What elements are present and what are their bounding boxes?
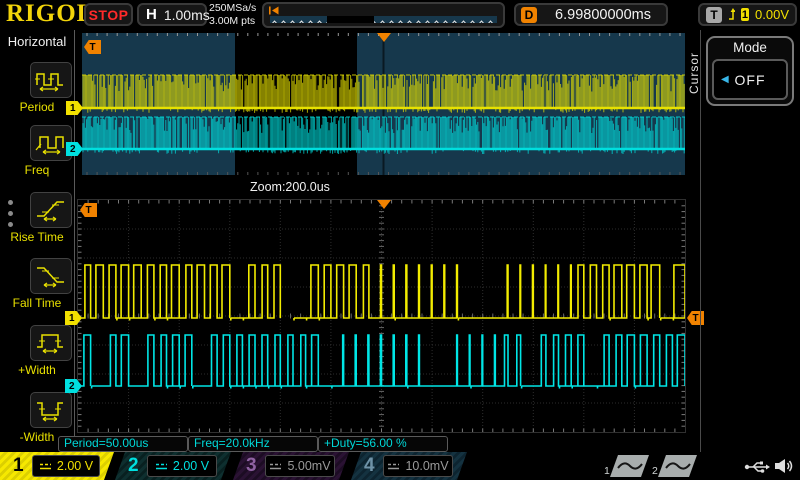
channel4-number: 4: [364, 455, 375, 476]
run-state-badge: STOP: [84, 3, 133, 26]
plus-width-button[interactable]: [30, 325, 72, 361]
measurement-period: Period=50.00us: [58, 436, 188, 452]
cursor-mode-panel: Mode ◀ OFF: [706, 36, 794, 106]
channel2-scale: 2.00 V: [172, 459, 210, 473]
memory-position-bar: [262, 2, 505, 28]
delay-value: 6.99800000ms: [555, 6, 651, 23]
freq-icon: [35, 136, 64, 155]
minus-width-icon: [37, 402, 63, 422]
period-label: Period: [19, 100, 55, 114]
rising-edge-icon: [729, 8, 735, 20]
sine-wave-icon: [610, 455, 649, 477]
period-button[interactable]: [30, 62, 72, 98]
beeper-icon: [775, 459, 793, 473]
trigger-source-badge: 1: [740, 8, 750, 21]
zoom-scale-label: Zoom:200.0us: [250, 180, 330, 194]
dc-coupling-icon: [387, 462, 400, 471]
cursor-mode-button[interactable]: ◀ OFF: [712, 59, 788, 100]
trigger-box: T 1 0.00V: [698, 3, 797, 26]
main-sweep-waveforms: [82, 33, 685, 175]
channel1-status[interactable]: 1 2.00 V: [0, 452, 114, 480]
memory-depth: 3.00M pts: [209, 15, 256, 27]
dc-coupling-icon: [39, 462, 52, 471]
delay-box: D 6.99800000ms: [514, 3, 668, 26]
left-menu: Horizontal Period Freq Rise Time Fall Ti…: [0, 30, 75, 458]
channel1-number: 1: [13, 455, 24, 476]
trigger-position-triangle-main[interactable]: [377, 33, 391, 42]
plus-width-label: +Width: [18, 363, 56, 377]
cursor-mode-value: OFF: [734, 71, 766, 88]
status-bar: RIGOL STOP H 1.00ms 250MSa/s 3.00M pts D…: [0, 0, 800, 30]
channel3-number: 3: [246, 455, 257, 476]
freq-button[interactable]: [30, 125, 72, 161]
rise-time-label: Rise Time: [10, 230, 64, 244]
channel4-scale: 10.0mV: [405, 459, 449, 473]
fall-time-button[interactable]: [30, 258, 72, 294]
memory-waveform-icon: [272, 20, 493, 23]
record-waveform-badge-1: 1: [603, 455, 649, 477]
mode-title: Mode: [733, 40, 767, 55]
dc-coupling-icon: [269, 462, 282, 471]
measurement-duty: +Duty=56.00 %: [318, 436, 448, 452]
trigger-t-badge: T: [706, 6, 722, 23]
trigger-offscreen-left-icon: [269, 6, 279, 15]
zoom-sweep-waveforms: [78, 200, 685, 432]
channel2-status[interactable]: 2 2.00 V: [115, 452, 231, 480]
minus-width-button[interactable]: [30, 392, 72, 428]
record-waveform-badge-2: 2: [651, 455, 697, 477]
dc-coupling-icon: [155, 462, 168, 471]
rise-time-icon: [37, 201, 64, 222]
zoom-sweep-view: [77, 199, 686, 433]
timebase-value: 1.00ms: [163, 6, 210, 23]
rise-time-button[interactable]: [30, 192, 72, 228]
fall-time-label: Fall Time: [12, 296, 62, 310]
freq-label: Freq: [24, 163, 50, 177]
sine-wave-icon: [658, 455, 697, 477]
trigger-position-triangle-zoom[interactable]: [377, 200, 391, 209]
channel-status-bar: 1 2.00 V 2 2.00 V 3 5.00mV 4 10.0mV 1 2: [0, 452, 800, 480]
brand-logo: RIGOL: [6, 0, 95, 27]
channel2-number: 2: [128, 455, 139, 476]
oscilloscope-screen: RIGOL STOP H 1.00ms 250MSa/s 3.00M pts D…: [0, 0, 800, 480]
period-icon: [35, 73, 63, 92]
measurement-freq: Freq=20.0kHz: [188, 436, 318, 452]
run-state-label: STOP: [88, 6, 129, 23]
menu-page-dots: [8, 200, 13, 227]
acquisition-info: 250MSa/s 3.00M pts: [209, 2, 256, 28]
channel4-status[interactable]: 4 10.0mV: [351, 452, 467, 480]
plus-width-icon: [37, 334, 63, 354]
chevron-left-icon: ◀: [721, 74, 729, 85]
main-sweep-view: [82, 33, 685, 175]
menu-title: Horizontal: [7, 34, 67, 49]
channel3-status[interactable]: 3 5.00mV: [233, 452, 349, 480]
fall-time-icon: [37, 267, 64, 288]
channel2-position-marker-main[interactable]: 2: [66, 142, 83, 156]
sample-rate: 250MSa/s: [209, 2, 257, 14]
channel1-position-marker-main[interactable]: 1: [66, 101, 83, 115]
memory-waveform-strip: [270, 16, 497, 23]
zoom-window-indicator: [327, 16, 374, 23]
timebase-h-label: H: [146, 6, 157, 23]
delay-d-badge: D: [521, 6, 537, 23]
timebase-box: H 1.00ms: [137, 3, 210, 26]
cursor-menu-tab: Cursor: [687, 52, 701, 95]
channel3-scale: 5.00mV: [287, 459, 331, 473]
usb-icon: [744, 461, 770, 473]
channel1-scale: 2.00 V: [56, 459, 94, 473]
trigger-level-value: 0.00V: [755, 7, 789, 22]
